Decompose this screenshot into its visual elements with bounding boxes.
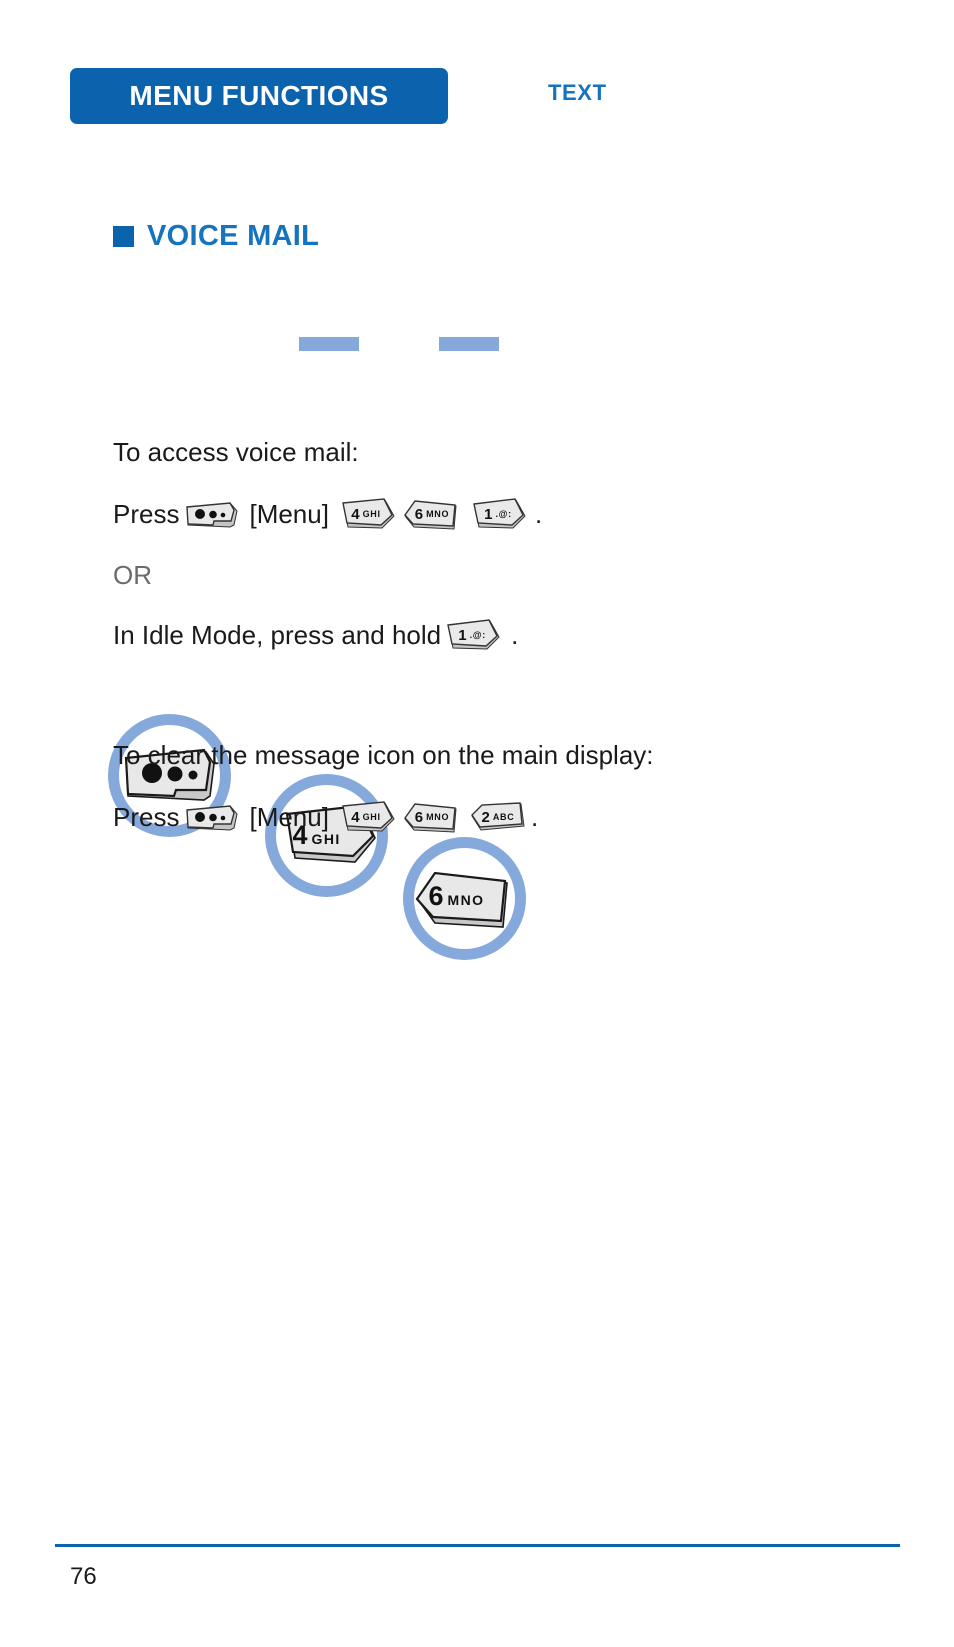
- keypad-key-icon: 2 ABC: [469, 800, 527, 834]
- section-heading-label: VOICE MAIL: [147, 220, 320, 252]
- period-label: .: [530, 801, 539, 832]
- key-letters: ABC: [492, 812, 515, 822]
- press-label: Press: [113, 498, 180, 529]
- instruction-idle-mode-hold: In Idle Mode, press and hold 1 .@: .: [113, 618, 518, 652]
- key-letters: MNO: [426, 812, 450, 822]
- keypad-key-icon: 4 GHI: [337, 497, 395, 531]
- flow-step-key-4: 4 GHI: [265, 774, 388, 897]
- instruction-or-divider: OR: [113, 560, 152, 591]
- menu-key-icon: [183, 500, 239, 528]
- instruction-text: To clear the message icon on the main di…: [113, 740, 654, 770]
- key-number: 2: [481, 808, 490, 826]
- key-sequence-flow: 4 GHI 6 MNO: [103, 277, 526, 960]
- key-number: 4: [351, 505, 360, 523]
- header-section-label: TEXT: [548, 80, 607, 105]
- key-number: 6: [428, 880, 444, 911]
- square-bullet-icon: [113, 226, 134, 247]
- instruction-clear-message-icon-steps: Press [Menu] 4 GHI 6 MNO 2 ABC .: [113, 800, 538, 834]
- period-label: .: [534, 498, 543, 529]
- page-header: MENU FUNCTIONS TEXT: [70, 68, 880, 124]
- press-label: Press: [113, 801, 180, 832]
- flow-step-key-6: 6 MNO: [403, 837, 526, 960]
- instruction-access-voicemail-title: To access voice mail:: [113, 437, 359, 468]
- keypad-key-icon: 1 .@:: [443, 618, 501, 652]
- key-number: 1: [458, 626, 467, 644]
- instruction-clear-message-icon-title: To clear the message icon on the main di…: [113, 740, 654, 771]
- keypad-key-icon: 4 GHI: [337, 800, 395, 834]
- instruction-text: In Idle Mode, press and hold: [113, 619, 442, 650]
- keypad-key-icon: 6 MNO: [403, 800, 461, 834]
- keypad-key-icon: 6 MNO: [415, 867, 515, 931]
- menu-bracket-label: [Menu]: [249, 498, 329, 529]
- menu-key-icon: [183, 803, 239, 831]
- flow-connector-2: [439, 337, 499, 351]
- key-letters: GHI: [362, 509, 381, 519]
- key-letters: .@:: [495, 509, 512, 519]
- page-number: 76: [70, 1563, 97, 1590]
- key-number: 6: [414, 505, 424, 523]
- header-tab-menu-functions: MENU FUNCTIONS: [70, 68, 448, 124]
- instruction-access-voicemail-steps: Press [Menu] 4 GHI 6 MNO 1 .@: .: [113, 497, 542, 531]
- flow-connector-1: [299, 337, 359, 351]
- key-number: 4: [351, 808, 360, 826]
- section-heading: VOICE MAIL: [113, 220, 319, 253]
- instruction-text: To access voice mail:: [113, 437, 359, 467]
- period-label: .: [511, 619, 519, 650]
- keypad-key-icon: 6 MNO: [403, 497, 461, 531]
- key-number: 6: [414, 808, 424, 826]
- key-letters: .@:: [469, 630, 486, 640]
- or-label: OR: [113, 560, 152, 590]
- key-number: 1: [484, 505, 493, 523]
- keypad-key-icon: 1 .@:: [469, 497, 527, 531]
- menu-bracket-label: [Menu]: [249, 801, 329, 832]
- key-letters: MNO: [447, 891, 485, 908]
- key-letters: GHI: [362, 812, 381, 822]
- footer-divider: [55, 1544, 900, 1547]
- key-letters: MNO: [426, 509, 450, 519]
- header-tab-label: MENU FUNCTIONS: [129, 80, 389, 111]
